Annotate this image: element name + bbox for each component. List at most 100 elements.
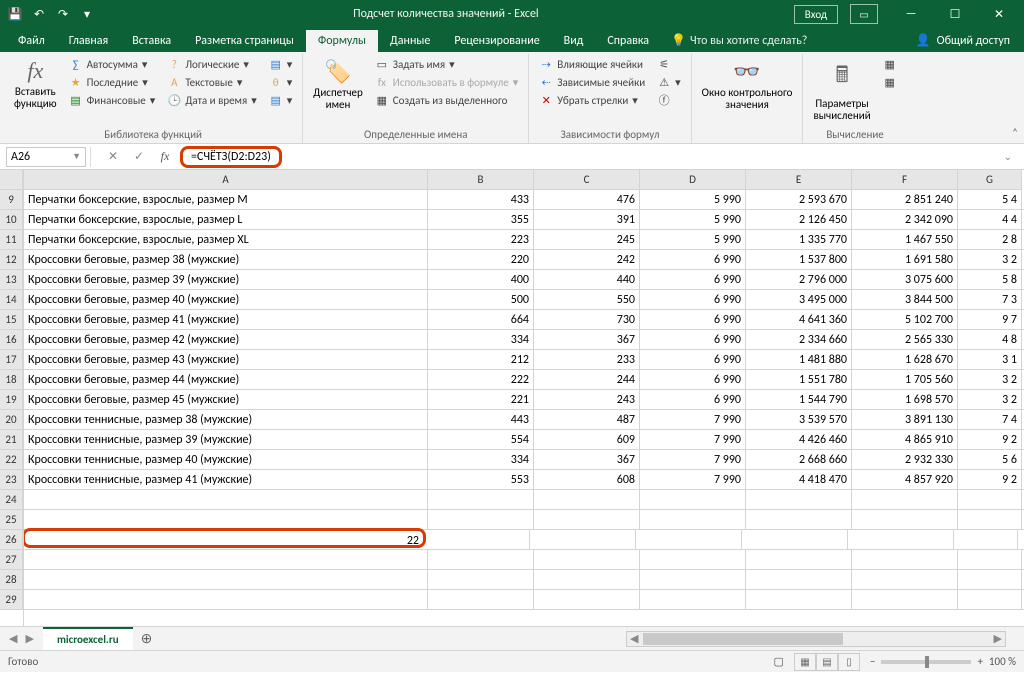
cell[interactable]: 1 628 670 [852,350,958,370]
page-layout-view-icon[interactable]: ▤ [816,653,838,671]
cell[interactable] [424,530,530,550]
cancel-icon[interactable]: ✕ [102,147,124,167]
tab-help[interactable]: Справка [595,30,661,52]
row-header[interactable]: 24 [0,490,23,510]
cell[interactable]: 2 342 090 [852,210,958,230]
cell[interactable] [746,590,852,610]
zoom-out-icon[interactable]: − [870,655,875,668]
row-header[interactable]: 16 [0,330,23,350]
cell[interactable]: 1 691 580 [852,250,958,270]
cell[interactable] [852,510,958,530]
cell[interactable]: 4 418 470 [746,470,852,490]
column-header[interactable]: A [24,170,428,190]
cell[interactable]: 550 [534,290,640,310]
cell[interactable]: 5 990 [640,210,746,230]
cell[interactable] [428,570,534,590]
row-header[interactable]: 10 [0,210,23,230]
cell[interactable]: 242 [534,250,640,270]
cell[interactable]: 2 334 660 [746,330,852,350]
sheet-tab[interactable]: microexcel.ru [43,627,133,650]
sheet-nav-next-icon[interactable]: ▶ [22,632,36,645]
cell[interactable]: 367 [534,450,640,470]
cell[interactable] [852,590,958,610]
cell[interactable]: 223 [428,230,534,250]
cell[interactable]: 2 851 240 [852,190,958,210]
cell[interactable]: 1 467 550 [852,230,958,250]
more-functions-button[interactable]: ▤▾ [265,92,297,108]
cell[interactable]: 476 [534,190,640,210]
cell[interactable]: 1 698 570 [852,390,958,410]
normal-view-icon[interactable]: ▦ [794,653,816,671]
horizontal-scrollbar[interactable]: ◀▶ [626,631,1006,647]
tab-review[interactable]: Рецензирование [442,30,551,52]
calc-options-button[interactable]: 🖩 Параметры вычислений [809,56,874,124]
cell[interactable]: 244 [534,370,640,390]
cell[interactable] [852,570,958,590]
cell[interactable] [746,570,852,590]
cell[interactable]: 5 4 [958,190,1022,210]
cell[interactable] [742,530,848,550]
cell[interactable]: 608 [534,470,640,490]
cell[interactable]: 4 426 460 [746,430,852,450]
row-header[interactable]: 12 [0,250,23,270]
cell[interactable]: 664 [428,310,534,330]
cell[interactable]: Кроссовки теннисные, размер 38 (мужские) [24,410,428,430]
row-header[interactable]: 11 [0,230,23,250]
row-header[interactable]: 28 [0,570,23,590]
cell[interactable]: 4 865 910 [852,430,958,450]
row-header[interactable]: 23 [0,470,23,490]
cell[interactable]: 3 2 [958,390,1022,410]
cell[interactable]: 609 [534,430,640,450]
undo-icon[interactable]: ↶ [28,3,50,25]
cell[interactable]: 6 990 [640,370,746,390]
cell[interactable]: 391 [534,210,640,230]
recent-button[interactable]: ★Последние ▾ [65,74,160,90]
cell[interactable]: 2 8 [958,230,1022,250]
cell[interactable] [848,530,954,550]
tab-pagelayout[interactable]: Разметка страницы [183,30,306,52]
tab-home[interactable]: Главная [57,30,120,52]
name-manager-button[interactable]: 🏷️ Диспетчер имен [309,56,367,113]
close-icon[interactable]: ✕ [978,0,1020,28]
evaluate-formula-button[interactable]: ⓕ [653,92,685,108]
cell[interactable]: 233 [534,350,640,370]
cell[interactable]: 220 [428,250,534,270]
row-header[interactable]: 17 [0,350,23,370]
cell[interactable] [534,550,640,570]
zoom-in-icon[interactable]: + [977,655,982,668]
cell[interactable] [852,490,958,510]
cell[interactable]: 2 668 660 [746,450,852,470]
financial-button[interactable]: ▤Финансовые ▾ [65,92,160,108]
text-button[interactable]: AТекстовые ▾ [163,74,260,90]
cell[interactable]: Кроссовки беговые, размер 39 (мужские) [24,270,428,290]
cell[interactable]: Перчатки боксерские, взрослые, размер M [24,190,428,210]
cell[interactable]: 487 [534,410,640,430]
row-header[interactable]: 26 [0,530,23,550]
error-checking-button[interactable]: ⚠▾ [653,74,685,90]
insert-function-button[interactable]: fx Вставить функцию [10,56,61,112]
watch-window-button[interactable]: 👓 Окно контрольного значения [698,56,797,113]
cell[interactable]: Кроссовки беговые, размер 42 (мужские) [24,330,428,350]
calc-now-button[interactable]: ▦ [879,56,901,72]
select-all-corner[interactable] [0,170,23,190]
cell[interactable]: 5 8 [958,270,1022,290]
cell[interactable] [636,530,742,550]
cell[interactable] [24,570,428,590]
cell[interactable]: 2 593 670 [746,190,852,210]
row-header[interactable]: 20 [0,410,23,430]
add-sheet-icon[interactable]: ⊕ [133,630,161,647]
row-header[interactable]: 21 [0,430,23,450]
cell[interactable] [640,490,746,510]
cell[interactable]: 440 [534,270,640,290]
cell[interactable]: Перчатки боксерские, взрослые, размер XL [24,230,428,250]
cell[interactable] [746,490,852,510]
cell[interactable]: 4 641 360 [746,310,852,330]
column-header[interactable]: C [534,170,640,190]
trace-precedents-button[interactable]: ⇢Влияющие ячейки [535,56,649,72]
cell[interactable]: 7 990 [640,410,746,430]
cell[interactable] [640,570,746,590]
cell[interactable]: 7 990 [640,450,746,470]
cell[interactable]: 212 [428,350,534,370]
cell[interactable]: 7 3 [958,290,1022,310]
cell[interactable]: 553 [428,470,534,490]
